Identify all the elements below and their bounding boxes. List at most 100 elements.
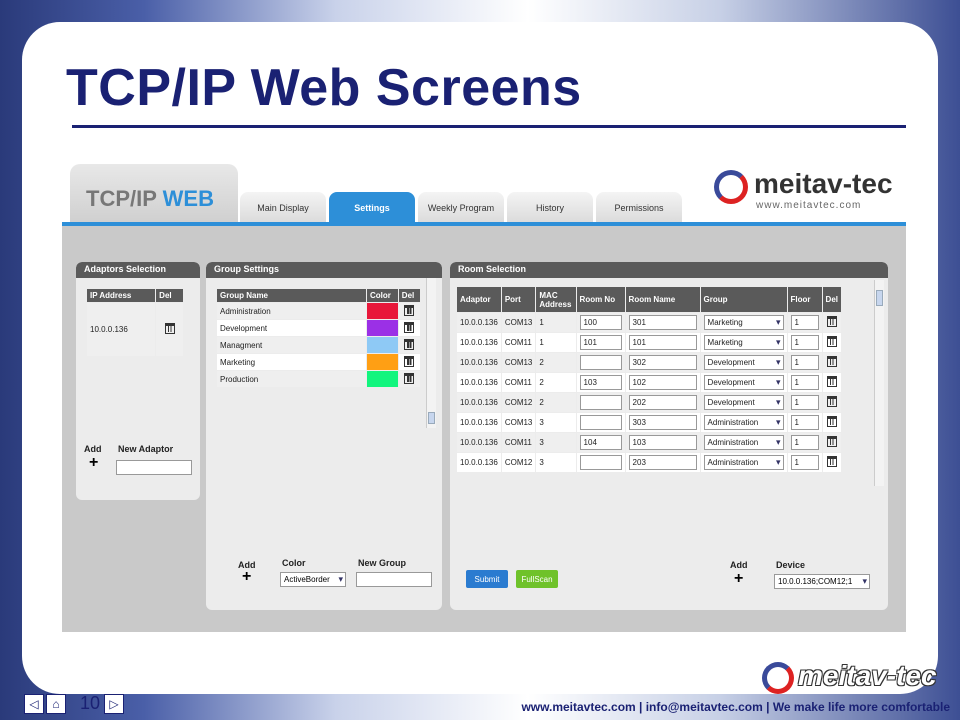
room-floor-input[interactable]: 1 [790,455,819,470]
next-slide-icon[interactable]: ▷ [104,694,124,714]
group-name: Production [216,370,367,388]
room-group-select[interactable]: Marketing [703,335,784,350]
room-scrollbar[interactable] [874,280,884,486]
room-group-select[interactable]: Development [703,355,784,370]
color-label: Color [282,558,306,568]
group-scroll-thumb[interactable] [428,412,435,424]
room-port: COM12 [500,452,537,473]
room-no-input[interactable]: 100 [579,315,622,330]
room-group-select[interactable]: Administration [703,435,784,450]
footer-text: www.meitavtec.com | info@meitavtec.com |… [521,700,950,714]
room-no-input[interactable] [579,415,622,430]
room-col-mac: MAC Address [535,286,577,313]
room-col-room-no: Room No [575,286,626,313]
fullscan-button[interactable]: FullScan [516,570,558,588]
delete-room-icon[interactable] [826,456,837,467]
room-name-input[interactable]: 103 [628,435,697,450]
room-mac: 3 [535,412,577,433]
delete-room-icon[interactable] [826,316,837,327]
room-no-input[interactable]: 101 [579,335,622,350]
room-panel: Room Selection Adaptor Port MAC Address … [450,262,888,610]
room-group-select[interactable]: Development [703,395,784,410]
room-mac: 2 [535,352,577,373]
tab-settings[interactable]: Settings [329,192,415,224]
app-logo-suffix: WEB [162,186,214,211]
delete-room-icon[interactable] [826,396,837,407]
delete-adaptor-icon[interactable] [164,323,175,334]
group-color-select[interactable]: ActiveBorder [280,572,346,587]
room-no-input[interactable]: 104 [579,435,622,450]
group-scrollbar[interactable] [426,278,436,428]
group-color-swatch[interactable] [366,370,399,388]
room-floor-input[interactable]: 1 [790,435,819,450]
room-floor-input[interactable]: 1 [790,355,819,370]
room-name-input[interactable]: 202 [628,395,697,410]
delete-group-icon[interactable] [404,321,415,333]
room-table: Adaptor Port MAC Address Room No Room Na… [456,286,843,473]
room-name-input[interactable]: 102 [628,375,697,390]
room-name-input[interactable]: 203 [628,455,697,470]
tab-weekly-program[interactable]: Weekly Program [418,192,504,224]
app-logo-prefix: TCP/IP [86,186,157,211]
footer-logo-name: meitav-tec [798,660,937,691]
new-group-input[interactable] [356,572,432,587]
app-logo: TCP/IP WEB [70,164,238,224]
add-adaptor-button[interactable]: + [89,454,98,472]
tab-history[interactable]: History [507,192,593,224]
adaptors-col-ip: IP Address [85,288,157,303]
new-adaptor-input[interactable] [116,460,192,475]
room-floor-input[interactable]: 1 [790,335,819,350]
room-group-select[interactable]: Administration [703,455,784,470]
room-floor-input[interactable]: 1 [790,375,819,390]
delete-group-icon[interactable] [404,304,415,316]
room-no-input[interactable] [579,395,622,410]
submit-button[interactable]: Submit [466,570,508,588]
room-no-input[interactable] [579,355,622,370]
table-row: 10.0.0.136 COM11 3 104 103 Administratio… [456,432,843,453]
room-name-input[interactable]: 302 [628,355,697,370]
group-col-color: Color [366,288,399,303]
tab-main-display[interactable]: Main Display [240,192,326,224]
room-group-select[interactable]: Development [703,375,784,390]
room-floor-input[interactable]: 1 [790,315,819,330]
footer-swirl-icon [762,662,794,694]
group-color-swatch[interactable] [366,302,399,320]
group-color-swatch[interactable] [366,353,399,371]
room-group-select[interactable]: Marketing [703,315,784,330]
delete-room-icon[interactable] [826,336,837,347]
room-name-input[interactable]: 303 [628,415,697,430]
table-row: 10.0.0.136 COM13 2 302 Development 1 [456,352,843,373]
table-row: 10.0.0.136 COM11 1 101 101 Marketing 1 [456,332,843,353]
room-floor-input[interactable]: 1 [790,415,819,430]
group-col-name: Group Name [216,288,367,303]
table-row: 10.0.0.136 COM11 2 103 102 Development 1 [456,372,843,393]
room-group-select[interactable]: Administration [703,415,784,430]
app-screenshot: TCP/IP WEB Main Display Settings Weekly … [62,152,906,632]
device-select[interactable]: 10.0.0.136;COM12;1 [774,574,870,589]
room-no-input[interactable]: 103 [579,375,622,390]
group-table: Group Name Color Del Administration Deve… [216,288,422,388]
tab-permissions[interactable]: Permissions [596,192,682,224]
home-icon[interactable]: ⌂ [46,694,66,714]
delete-room-icon[interactable] [826,376,837,387]
delete-room-icon[interactable] [826,436,837,447]
delete-room-icon[interactable] [826,416,837,427]
room-no-input[interactable] [579,455,622,470]
room-col-del: Del [821,286,843,313]
group-color-swatch[interactable] [366,319,399,337]
new-group-label: New Group [358,558,407,568]
delete-room-icon[interactable] [826,356,837,367]
group-color-swatch[interactable] [366,336,399,354]
slide-nav: ◁ ⌂ [24,694,66,714]
room-floor-input[interactable]: 1 [790,395,819,410]
delete-group-icon[interactable] [404,372,415,384]
delete-group-icon[interactable] [404,338,415,350]
add-device-button[interactable]: + [734,570,743,588]
room-name-input[interactable]: 301 [628,315,697,330]
delete-group-icon[interactable] [404,355,415,367]
adaptors-col-del: Del [155,288,184,303]
add-group-button[interactable]: + [242,568,251,586]
prev-slide-icon[interactable]: ◁ [24,694,44,714]
room-scroll-thumb[interactable] [876,290,883,306]
room-name-input[interactable]: 101 [628,335,697,350]
